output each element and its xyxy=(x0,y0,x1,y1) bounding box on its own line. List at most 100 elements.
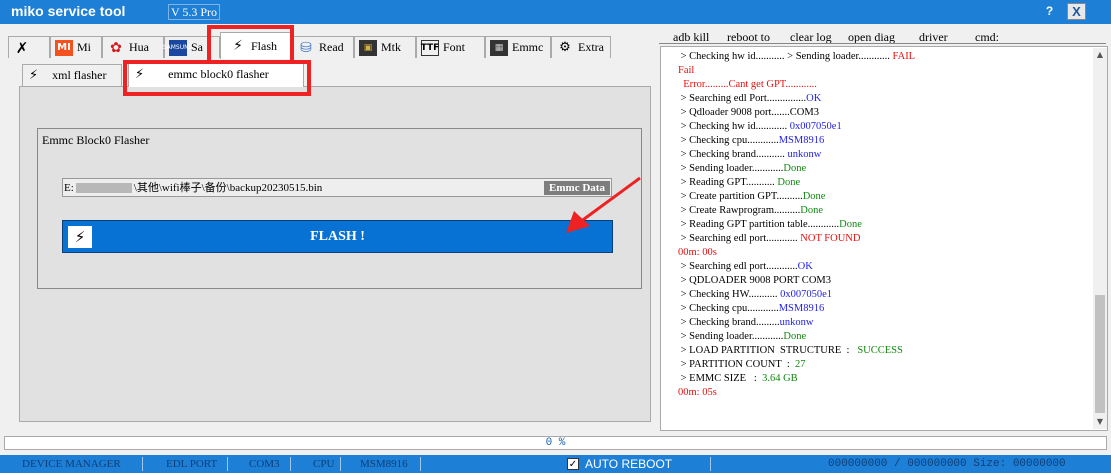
font-file-icon: TTF xyxy=(421,39,439,56)
device-manager-link[interactable]: DEVICE MANAGER xyxy=(22,455,121,473)
log-line: Fail xyxy=(678,64,1083,78)
flash-button[interactable]: ⚡ FLASH ! xyxy=(62,220,613,253)
log-segment: > Checking hw id............ xyxy=(678,121,790,132)
tab-label: Read xyxy=(319,40,344,54)
flash-icon: ⚡ xyxy=(29,68,39,83)
log-segment: > Qdloader 9008 port.......COM3 xyxy=(678,107,819,118)
log-divider xyxy=(659,43,1106,44)
flash-icon: ⚡ xyxy=(233,38,243,54)
log-line: > Searching edl Port...............OK xyxy=(678,92,1083,106)
status-divider xyxy=(710,457,711,471)
log-segment: > Checking brand......... xyxy=(678,317,780,328)
log-segment: unkonw xyxy=(779,317,814,328)
log-segment: SUCCESS xyxy=(857,345,903,356)
cpu-value: MSM8916 xyxy=(360,458,408,470)
log-segment: unkonw xyxy=(787,149,822,160)
subtab-label: xml flasher xyxy=(52,68,107,82)
log-line: > Reading GPT........... Done xyxy=(678,176,1083,190)
tab-mi[interactable]: MI Mi xyxy=(50,36,102,58)
log-scrollbar[interactable]: ▲ ▼ xyxy=(1093,48,1107,429)
file-path-field[interactable]: E: \其他\wifi棒子\备份\backup20230515.bin xyxy=(62,178,612,197)
log-segment: Error.........Cant get GPT............ xyxy=(678,79,817,90)
flash-icon: ⚡ xyxy=(135,67,145,82)
scroll-up-icon[interactable]: ▲ xyxy=(1093,48,1107,62)
log-segment: NOT FOUND xyxy=(800,233,861,244)
edl-port-label: EDL PORT xyxy=(166,458,218,470)
log-segment: > Reading GPT........... xyxy=(678,177,778,188)
cpu-label: CPU xyxy=(313,458,335,470)
tab-samsung[interactable]: SAMSUNG Sa xyxy=(163,36,220,58)
log-line: > Create Rawprogram..........Done xyxy=(678,204,1083,218)
status-divider xyxy=(340,457,341,471)
path-prefix: E: xyxy=(64,182,74,194)
close-button[interactable]: X xyxy=(1067,3,1086,20)
scroll-down-icon[interactable]: ▼ xyxy=(1093,415,1107,429)
emmc-chip-icon: ▦ xyxy=(490,39,508,56)
emmc-data-button[interactable]: Emmc Data xyxy=(544,181,610,195)
subtab-xml-flasher[interactable]: ⚡ xml flasher xyxy=(22,64,122,86)
tab-label: Hua xyxy=(129,40,149,54)
log-segment: MSM8916 xyxy=(778,135,825,146)
auto-reboot-checkbox[interactable]: ✓ AUTO REBOOT xyxy=(567,456,672,472)
help-button[interactable]: ? xyxy=(1041,4,1058,20)
tools-icon: ✗ xyxy=(15,38,29,57)
log-segment: Done xyxy=(783,163,807,174)
log-segment: > Create Rawprogram.......... xyxy=(678,205,801,216)
database-icon: ⛁ xyxy=(300,39,312,56)
log-segment: > Searching edl port............ xyxy=(678,233,801,244)
subtab-emmc-block0-flasher[interactable]: ⚡ emmc block0 flasher xyxy=(128,61,304,87)
redacted-path-segment xyxy=(75,183,132,194)
log-line: > Checking cpu............MSM8916 xyxy=(678,302,1083,316)
auto-reboot-label: AUTO REBOOT xyxy=(585,457,673,471)
main-tab-bar: ✗ MI Mi ✿ Hua SAMSUNG Sa ⚡ Flash ⛁ Read … xyxy=(8,32,648,59)
log-line: > Checking brand........... unkonw xyxy=(678,148,1083,162)
log-segment: > Checking brand........... xyxy=(678,149,788,160)
tab-huawei[interactable]: ✿ Hua xyxy=(102,36,164,58)
log-line: > EMMC SIZE : 3.64 GB xyxy=(678,372,1083,386)
log-segment: Done xyxy=(800,205,824,216)
size-info: 000000000 / 000000000 Size: 00000000 xyxy=(828,458,1066,470)
tab-emmc[interactable]: ▦ Emmc xyxy=(485,36,551,58)
huawei-icon: ✿ xyxy=(110,39,122,56)
progress-text: 0 % xyxy=(545,437,566,449)
log-segment: > Searching edl port............ xyxy=(678,261,798,272)
groupbox-title: Emmc Block0 Flasher xyxy=(42,133,150,147)
checkmark-icon: ✓ xyxy=(567,458,579,470)
log-panel[interactable]: > Checking hw id........... > Sending lo… xyxy=(660,46,1108,431)
version-label: V 5.3 Pro xyxy=(168,4,220,20)
log-line: > Create partition GPT..........Done xyxy=(678,190,1083,204)
tab-extra[interactable]: ⚙ Extra xyxy=(551,36,611,58)
log-segment: > Checking hw id........... > Sending lo… xyxy=(678,51,893,62)
log-line: > Checking hw id........... > Sending lo… xyxy=(678,50,1083,64)
tab-label: Mi xyxy=(77,40,92,54)
log-segment: > QDLOADER 9008 PORT COM3 xyxy=(678,275,831,286)
log-line: > Checking cpu............MSM8916 xyxy=(678,134,1083,148)
tab-label: Emmc xyxy=(512,40,544,54)
tab-flash[interactable]: ⚡ Flash xyxy=(220,32,292,59)
log-line: Error.........Cant get GPT............ xyxy=(678,78,1083,92)
log-line: > Reading GPT partition table...........… xyxy=(678,218,1083,232)
log-segment: > Checking cpu............ xyxy=(678,303,779,314)
log-line: > Sending loader............Done xyxy=(678,162,1083,176)
log-segment: FAIL xyxy=(892,51,916,62)
log-segment: 0x007050e1 xyxy=(780,289,832,300)
tab-tools[interactable]: ✗ xyxy=(8,36,50,58)
tab-font[interactable]: TTF Font xyxy=(416,36,485,58)
scroll-thumb[interactable] xyxy=(1095,295,1105,413)
log-segment: > PARTITION COUNT : xyxy=(678,359,796,370)
log-line: > Qdloader 9008 port.......COM3 xyxy=(678,106,1083,120)
settings-gear-icon: ⚙ xyxy=(559,40,571,55)
log-segment: Done xyxy=(777,177,801,188)
samsung-icon: SAMSUNG xyxy=(163,39,193,56)
tab-mtk[interactable]: ▣ Mtk xyxy=(354,36,416,58)
tab-read[interactable]: ⛁ Read xyxy=(292,36,354,58)
status-divider xyxy=(142,457,143,471)
log-segment: > Sending loader............ xyxy=(678,331,784,342)
status-divider xyxy=(227,457,228,471)
path-suffix: \其他\wifi棒子\备份\backup20230515.bin xyxy=(133,182,323,194)
log-segment: 00m: 00s xyxy=(678,247,717,258)
log-segment: OK xyxy=(797,261,813,272)
log-segment: Fail xyxy=(678,65,695,76)
log-line: > Checking hw id............ 0x007050e1 xyxy=(678,120,1083,134)
log-segment: > Checking HW........... xyxy=(678,289,781,300)
